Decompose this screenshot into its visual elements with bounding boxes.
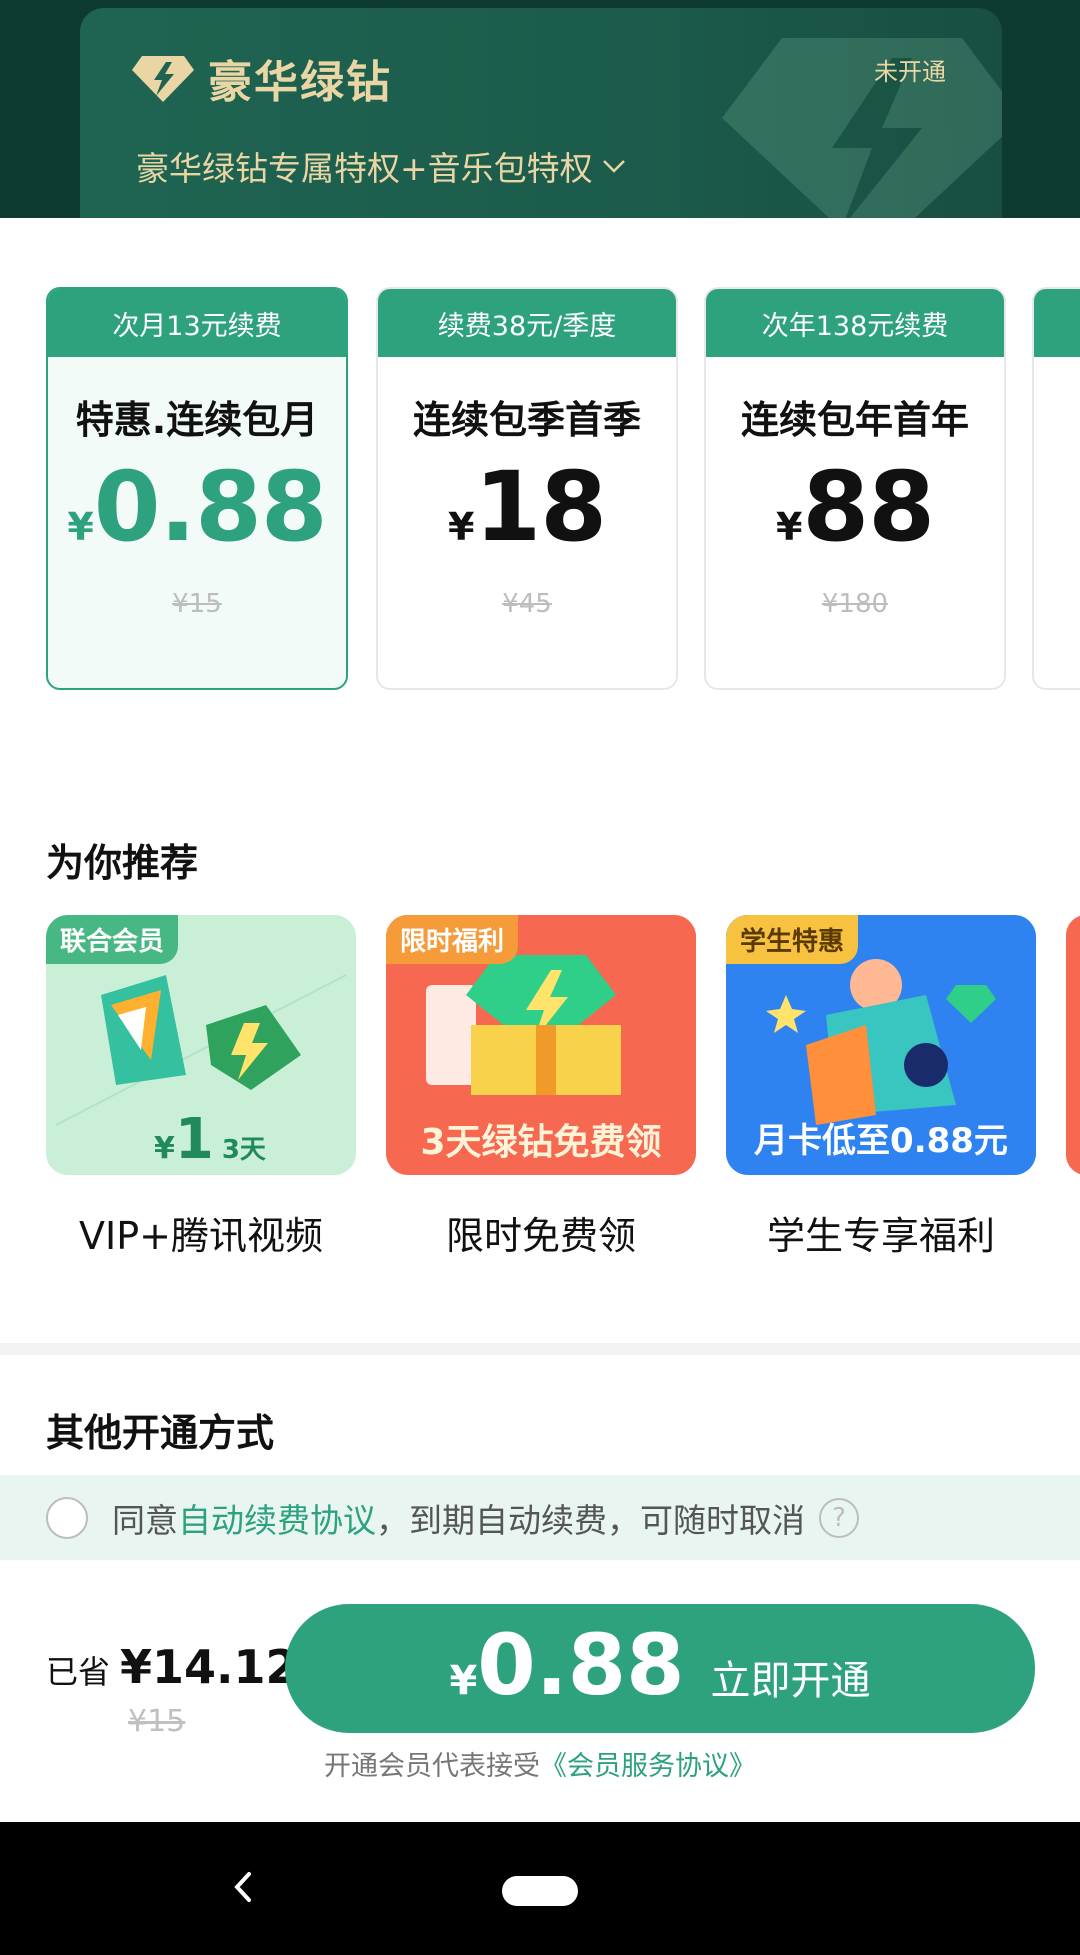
art-price-value: 1 xyxy=(174,1107,214,1172)
diamond-watermark-icon xyxy=(722,38,1002,218)
other-methods-title[interactable]: 其他开通方式 xyxy=(46,1402,274,1457)
member-service-agreement-link[interactable]: 《会员服务协议》 xyxy=(540,1751,756,1782)
currency-symbol: ¥ xyxy=(775,505,803,549)
vip-purchase-page: 豪华绿钻 未开通 豪华绿钻专属特权+音乐包特权 次月13元续费 特惠.连续包月 … xyxy=(0,0,1080,1955)
brand: 豪华绿钻 xyxy=(132,50,392,108)
agreement-text: 同意自动续费协议，到期自动续费，可随时取消 xyxy=(112,1494,805,1542)
saved-original-price: ¥15 xyxy=(128,1704,186,1739)
green-diamond-logo-icon xyxy=(132,56,194,102)
brand-title: 豪华绿钻 xyxy=(208,57,392,108)
art-price: ¥1 3天 xyxy=(154,1107,266,1172)
help-icon[interactable]: ? xyxy=(819,1497,859,1538)
plan-name: 连续包季首季 xyxy=(412,398,641,442)
pay-price: 0.88 xyxy=(477,1616,685,1714)
plan-card-partial[interactable] xyxy=(1032,287,1080,690)
art-text: 月卡低至0.88元 xyxy=(754,1121,1008,1161)
plan-tag xyxy=(1034,289,1080,357)
plan-name: 连续包年首年 xyxy=(740,398,969,442)
privilege-text: 豪华绿钻专属特权+音乐包特权 xyxy=(136,149,593,188)
price-value: 88 xyxy=(802,451,935,563)
plan-card-yearly[interactable]: 次年138元续费 连续包年首年 ¥88 ¥180 xyxy=(704,287,1006,690)
recommend-card-joint-vip[interactable]: 联合会员 ¥1 3天 xyxy=(46,915,356,1175)
plan-price: ¥88 xyxy=(706,451,1004,563)
art-text: 3天绿钻免费领 xyxy=(420,1122,662,1163)
price-value: 0.88 xyxy=(93,451,328,563)
plan-tag: 次月13元续费 xyxy=(48,289,346,357)
recommend-label: VIP+腾讯视频 xyxy=(79,1214,323,1258)
plan-original-price: ¥15 xyxy=(172,589,222,619)
recommend-list: 联合会员 ¥1 3天 限时福利 3天绿钻免费领 学生特惠 月卡低至0.88元 xyxy=(46,915,1080,1175)
recommend-card-student[interactable]: 学生特惠 月卡低至0.88元 xyxy=(726,915,1036,1175)
plan-price: ¥18 xyxy=(378,451,676,563)
service-terms: 开通会员代表接受《会员服务协议》 xyxy=(0,1744,1080,1783)
price-value: 18 xyxy=(474,451,607,563)
system-nav-bar xyxy=(0,1822,1080,1955)
saved-value: ¥14.12 xyxy=(120,1640,298,1694)
recommend-badge: 限时福利 xyxy=(386,915,519,964)
recommend-badge: 学生特惠 xyxy=(726,915,859,964)
plan-tag: 次年138元续费 xyxy=(706,289,1004,357)
art-price-unit: 3天 xyxy=(221,1135,266,1165)
plan-name: 特惠.连续包月 xyxy=(75,398,319,442)
home-pill-icon[interactable] xyxy=(502,1876,578,1906)
plan-original-price: ¥45 xyxy=(502,589,552,619)
recommend-label: 学生专享福利 xyxy=(766,1214,995,1258)
auto-renew-link[interactable]: 自动续费协议 xyxy=(178,1501,376,1540)
recommend-badge: 联合会员 xyxy=(46,915,179,964)
recommend-title: 为你推荐 xyxy=(46,841,199,885)
plan-card-monthly[interactable]: 次月13元续费 特惠.连续包月 ¥0.88 ¥15 xyxy=(46,287,348,690)
agreement-prefix: 同意 xyxy=(112,1500,178,1540)
art-price-yen: ¥ xyxy=(154,1131,175,1166)
auto-renew-agreement: 同意自动续费协议，到期自动续费，可随时取消 ? xyxy=(0,1475,1080,1560)
section-divider xyxy=(0,1343,1080,1355)
pay-now-button[interactable]: ¥0.88 立即开通 xyxy=(285,1604,1035,1733)
back-icon[interactable] xyxy=(223,1862,263,1912)
plan-tag: 续费38元/季度 xyxy=(378,289,676,357)
recommend-card-partial[interactable] xyxy=(1066,915,1080,1175)
agree-checkbox[interactable] xyxy=(46,1496,88,1539)
header-background: 豪华绿钻 未开通 豪华绿钻专属特权+音乐包特权 xyxy=(0,0,1080,218)
vip-status-card[interactable]: 豪华绿钻 未开通 豪华绿钻专属特权+音乐包特权 xyxy=(80,8,1002,218)
pay-currency: ¥ xyxy=(449,1658,478,1704)
pay-label: 立即开通 xyxy=(710,1658,871,1704)
membership-status: 未开通 xyxy=(874,58,946,86)
privilege-dropdown[interactable]: 豪华绿钻专属特权+音乐包特权 xyxy=(136,142,627,190)
terms-prefix: 开通会员代表接受 xyxy=(324,1751,540,1782)
plan-card-quarterly[interactable]: 续费38元/季度 连续包季首季 ¥18 ¥45 xyxy=(376,287,678,690)
recommend-label: 限时免费领 xyxy=(445,1214,636,1258)
plan-original-price: ¥180 xyxy=(821,589,889,619)
chevron-down-icon xyxy=(602,160,625,173)
currency-symbol: ¥ xyxy=(447,505,475,549)
saved-amount: 已省 ¥14.12 xyxy=(46,1640,298,1694)
recommend-card-free-trial[interactable]: 限时福利 3天绿钻免费领 xyxy=(386,915,696,1175)
plan-list: 次月13元续费 特惠.连续包月 ¥0.88 ¥15 续费38元/季度 连续包季首… xyxy=(46,287,1080,690)
plan-price: ¥0.88 xyxy=(48,451,346,563)
currency-symbol: ¥ xyxy=(67,505,94,549)
saved-label: 已省 xyxy=(46,1653,111,1691)
agreement-suffix: ，到期自动续费，可随时取消 xyxy=(376,1500,805,1540)
